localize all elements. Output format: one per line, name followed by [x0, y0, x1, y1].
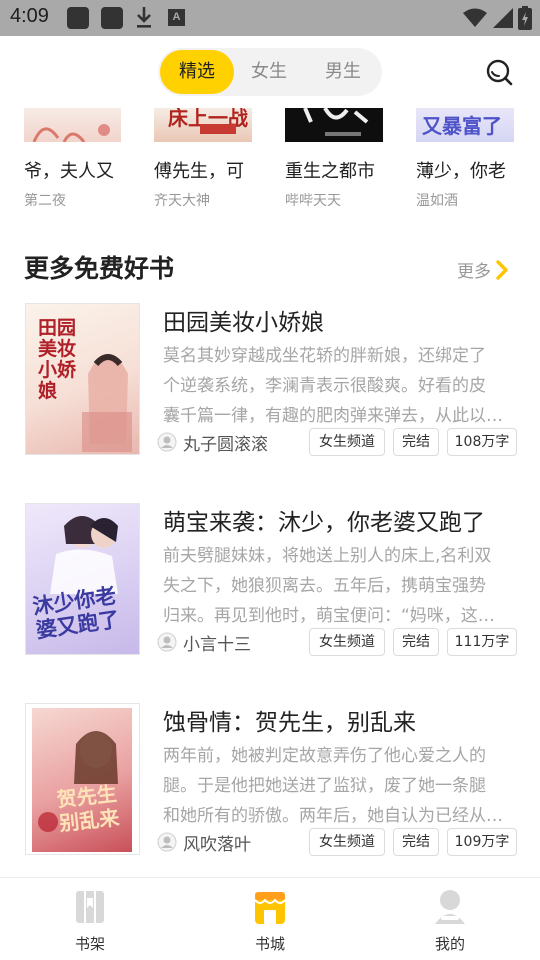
status-tag: 完结: [393, 628, 439, 656]
book-meta: 风吹落叶 女生频道 完结 109万字: [157, 828, 517, 856]
nav-label: 书城: [254, 935, 285, 953]
strip-book-author: 第二夜: [24, 193, 66, 209]
book-title: 蚀骨情：贺先生，别乱来: [163, 710, 416, 736]
book-description: 莫名其妙穿越成坐花轿的胖新娘，还绑定了 个逆袭系统，李澜青表示很酸爽。好看的皮 …: [163, 346, 503, 426]
strip-book-title: 薄少，你老: [416, 161, 506, 182]
nav-label: 书架: [74, 935, 105, 953]
a-icon: A: [168, 9, 185, 26]
strip-book-title: 傅先生，可: [154, 161, 244, 182]
book-list-item[interactable]: 贺先生别乱来 蚀骨情：贺先生，别乱来 两年前，她被判定故意弄伤了他心爱之人的 腿…: [0, 703, 540, 863]
book-list-item[interactable]: 沐少你老婆又跑了 萌宝来袭：沐少，你老婆又跑了 前夫劈腿妹妹，将她送上别人的床上…: [0, 503, 540, 663]
more-label: 更多: [457, 262, 491, 282]
bookshelf-icon: [76, 891, 104, 923]
cover-title: 贺先生别乱来: [55, 781, 121, 836]
bottom-nav: 书架 书城 我的: [0, 877, 540, 960]
book-cover: 床上一战: [154, 108, 252, 142]
strip-book-title: 爷，夫人又: [24, 161, 114, 182]
book-title: 萌宝来袭：沐少，你老婆又跑了: [163, 510, 485, 536]
download-icon: [137, 7, 151, 28]
channel-tag: 女生频道: [309, 628, 385, 656]
nav-profile[interactable]: 我的: [360, 878, 540, 960]
more-link[interactable]: 更多: [457, 257, 509, 282]
notification-icon: [101, 7, 123, 29]
book-list-item[interactable]: 田园美妆小娇娘 田园美妆小娇娘 莫名其妙穿越成坐花轿的胖新娘，还绑定了 个逆袭系…: [0, 303, 540, 463]
nav-bookstore[interactable]: 书城: [180, 878, 360, 960]
strip-book-author: 齐天大神: [154, 193, 210, 209]
strip-book-author: 哔哔天天: [285, 193, 341, 209]
book-description: 两年前，她被判定故意弄伤了他心爱之人的 腿。于是他把她送进了监狱，废了她一条腿 …: [163, 746, 503, 826]
signal-icon: [493, 8, 513, 28]
status-time: 4:09: [10, 5, 49, 27]
user-icon: [157, 432, 177, 452]
cover-title: 又暴富了: [422, 114, 502, 138]
book-strip: 爷，夫人又 第二夜 床上一战 傅先生，可 齐天大神 重生之都市 哔哔天天 又暴富…: [0, 108, 540, 218]
status-bar: 4:09 A: [0, 0, 540, 36]
tab-female[interactable]: 女生: [234, 48, 304, 96]
book-cover: 田园美妆小娇娘: [25, 303, 140, 455]
strip-book-title: 重生之都市: [285, 161, 375, 182]
book-title: 田园美妆小娇娘: [163, 310, 324, 336]
word-count-tag: 108万字: [447, 428, 517, 456]
category-tabs: 精选 女生 男生: [158, 48, 382, 96]
nav-label: 我的: [434, 935, 465, 953]
book-cover: [24, 108, 121, 142]
user-icon: [157, 832, 177, 852]
status-icons: [462, 5, 532, 31]
search-icon[interactable]: [484, 57, 514, 87]
chevron-right-icon: [496, 259, 508, 280]
book-description: 前夫劈腿妹妹，将她送上别人的床上,名利双 失之下，她狼狈离去。五年后，携萌宝强势…: [163, 546, 495, 626]
wifi-icon: [463, 8, 487, 27]
book-cover: 贺先生别乱来: [25, 703, 140, 855]
book-meta: 丸子圆滚滚 女生频道 完结 108万字: [157, 428, 517, 456]
word-count-tag: 109万字: [447, 828, 517, 856]
book-author: 丸子圆滚滚: [183, 435, 268, 455]
notification-icon: [67, 7, 89, 29]
user-icon: [157, 632, 177, 652]
nav-bookshelf[interactable]: 书架: [0, 878, 180, 960]
tab-featured[interactable]: 精选: [160, 50, 234, 94]
tab-male[interactable]: 男生: [306, 48, 380, 96]
channel-tag: 女生频道: [309, 428, 385, 456]
status-tag: 完结: [393, 828, 439, 856]
battery-icon: [518, 6, 532, 30]
bookstore-icon: [254, 892, 286, 924]
status-tag: 完结: [393, 428, 439, 456]
book-author: 风吹落叶: [183, 835, 251, 855]
book-author: 小言十三: [183, 635, 251, 655]
book-cover: 又暴富了: [416, 108, 514, 142]
word-count-tag: 111万字: [447, 628, 517, 656]
profile-icon: [435, 890, 465, 924]
strip-book-author: 温如酒: [416, 193, 458, 209]
channel-tag: 女生频道: [309, 828, 385, 856]
book-cover: [285, 108, 383, 142]
section-title: 更多免费好书: [24, 254, 175, 283]
book-meta: 小言十三 女生频道 完结 111万字: [157, 628, 517, 656]
book-cover: 沐少你老婆又跑了: [25, 503, 140, 655]
